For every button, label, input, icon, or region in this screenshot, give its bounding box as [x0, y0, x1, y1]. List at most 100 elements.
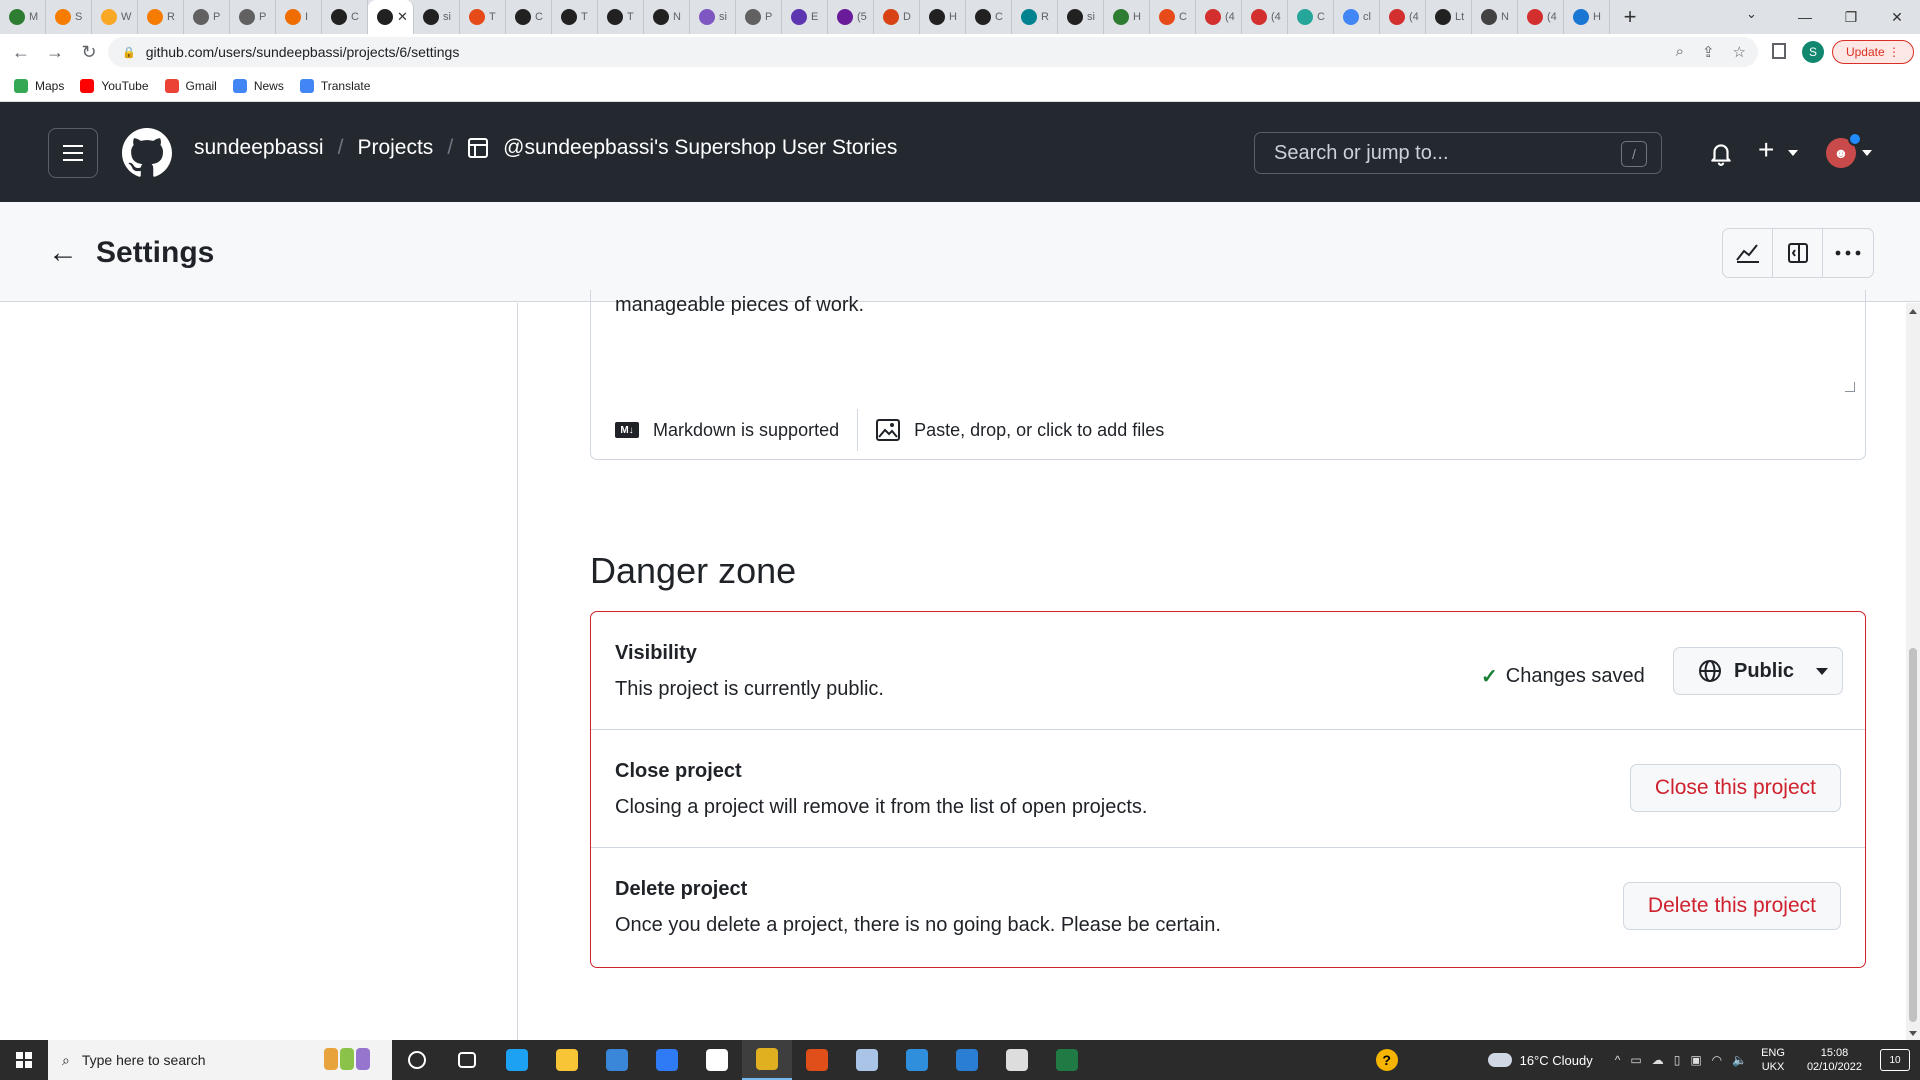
- browser-tab[interactable]: si: [690, 0, 736, 34]
- minimize-icon[interactable]: —: [1782, 0, 1828, 34]
- taskbar-app-dropbox[interactable]: [642, 1040, 692, 1080]
- onedrive-cloud-icon[interactable]: ☁: [1652, 1053, 1664, 1067]
- action-center-notifications-icon[interactable]: 10: [1880, 1049, 1910, 1071]
- taskbar-app-file-explorer[interactable]: [542, 1040, 592, 1080]
- forward-icon[interactable]: →: [42, 42, 68, 63]
- browser-tab[interactable]: E: [782, 0, 828, 34]
- browser-tab[interactable]: C: [322, 0, 368, 34]
- browser-tab[interactable]: T: [460, 0, 506, 34]
- browser-tab[interactable]: C: [506, 0, 552, 34]
- visibility-dropdown-button[interactable]: Public: [1673, 647, 1843, 695]
- browser-tab[interactable]: C: [1150, 0, 1196, 34]
- close-tab-icon[interactable]: ✕: [397, 9, 408, 25]
- side-panel-toggle-icon[interactable]: [1773, 229, 1823, 277]
- browser-tab[interactable]: (5: [828, 0, 874, 34]
- show-hidden-icons-chevron-icon[interactable]: ^: [1615, 1053, 1621, 1067]
- bookmark-star-icon[interactable]: ☆: [1733, 43, 1746, 61]
- battery-icon[interactable]: ▯: [1674, 1053, 1681, 1067]
- delete-project-button[interactable]: Delete this project: [1622, 882, 1841, 930]
- breadcrumb-user[interactable]: sundeepbassi: [194, 136, 324, 160]
- browser-tab[interactable]: (4: [1196, 0, 1242, 34]
- meet-now-icon[interactable]: ▭: [1630, 1053, 1641, 1067]
- taskbar-app-cortana[interactable]: [392, 1040, 442, 1080]
- browser-tab[interactable]: S: [46, 0, 92, 34]
- browser-tab[interactable]: C: [1288, 0, 1334, 34]
- browser-tab[interactable]: (4: [1518, 0, 1564, 34]
- taskbar-app-github-desktop[interactable]: [692, 1040, 742, 1080]
- close-window-icon[interactable]: ✕: [1874, 0, 1920, 34]
- browser-tab[interactable]: T: [598, 0, 644, 34]
- browser-tab[interactable]: D: [874, 0, 920, 34]
- volume-icon[interactable]: 🔈: [1732, 1053, 1747, 1067]
- page-scrollbar[interactable]: [1906, 303, 1920, 1040]
- browser-tab[interactable]: T: [552, 0, 598, 34]
- taskbar-app-photos[interactable]: [942, 1040, 992, 1080]
- browser-tab[interactable]: R: [138, 0, 184, 34]
- bookmark-item[interactable]: Gmail: [164, 78, 217, 93]
- zoom-icon[interactable]: ⌕: [1676, 43, 1684, 61]
- bookmark-item[interactable]: News: [232, 78, 284, 93]
- new-tab-icon[interactable]: +: [1610, 4, 1650, 30]
- taskbar-app-app-window[interactable]: [992, 1040, 1042, 1080]
- description-textarea[interactable]: manageable pieces of work. M↓ Markdown i…: [590, 290, 1866, 460]
- url-text[interactable]: github.com/users/sundeepbassi/projects/6…: [146, 44, 460, 60]
- create-new-caret-icon[interactable]: [1788, 150, 1798, 156]
- search-input[interactable]: Search or jump to... /: [1254, 132, 1662, 174]
- system-clock[interactable]: 15:08 02/10/2022: [1807, 1046, 1862, 1074]
- browser-tab[interactable]: H: [1104, 0, 1150, 34]
- taskbar-app-office[interactable]: [792, 1040, 842, 1080]
- bookmark-item[interactable]: Maps: [14, 78, 64, 93]
- scroll-down-arrow-icon[interactable]: [1909, 1031, 1917, 1036]
- notifications-bell-icon[interactable]: [1708, 140, 1734, 166]
- browser-tab[interactable]: N: [1472, 0, 1518, 34]
- browser-tab[interactable]: R: [1012, 0, 1058, 34]
- browser-tab[interactable]: ✕: [368, 0, 414, 34]
- input-language[interactable]: ENG UKX: [1761, 1046, 1785, 1074]
- scrollbar-thumb[interactable]: [1909, 648, 1917, 1022]
- browser-tab[interactable]: H: [1564, 0, 1610, 34]
- github-logo-icon[interactable]: [122, 128, 172, 178]
- bookmark-item[interactable]: Translate: [299, 78, 370, 93]
- user-menu-caret-icon[interactable]: [1862, 150, 1872, 156]
- taskbar-app-vscode[interactable]: [892, 1040, 942, 1080]
- browser-tab[interactable]: N: [644, 0, 690, 34]
- taskbar-app-notepad[interactable]: [842, 1040, 892, 1080]
- scroll-up-arrow-icon[interactable]: [1909, 309, 1917, 314]
- browser-tab[interactable]: P: [230, 0, 276, 34]
- browser-tab[interactable]: I: [276, 0, 322, 34]
- hamburger-menu-button[interactable]: [48, 128, 98, 178]
- browser-tab[interactable]: si: [414, 0, 460, 34]
- insights-chart-icon[interactable]: [1723, 229, 1773, 277]
- reload-icon[interactable]: ↻: [76, 42, 102, 63]
- taskbar-app-chrome[interactable]: [742, 1040, 792, 1080]
- address-bar[interactable]: 🔒 github.com/users/sundeepbassi/projects…: [108, 37, 1758, 67]
- browser-tab[interactable]: M: [0, 0, 46, 34]
- browser-tab[interactable]: W: [92, 0, 138, 34]
- display-icon[interactable]: ▣: [1690, 1053, 1701, 1067]
- breadcrumb-projects[interactable]: Projects: [357, 136, 433, 160]
- more-options-icon[interactable]: [1823, 229, 1873, 277]
- browser-tab[interactable]: (4: [1242, 0, 1288, 34]
- share-icon[interactable]: ⇪: [1702, 43, 1715, 61]
- tab-search-chevron-icon[interactable]: ⌄: [1746, 6, 1757, 22]
- taskbar-app-excel[interactable]: [1042, 1040, 1092, 1080]
- taskbar-app-task-view[interactable]: [442, 1040, 492, 1080]
- bookmark-item[interactable]: YouTube: [80, 78, 149, 93]
- taskbar-app-mail[interactable]: [592, 1040, 642, 1080]
- restore-icon[interactable]: ❐: [1828, 0, 1874, 34]
- browser-tab[interactable]: H: [920, 0, 966, 34]
- side-panel-icon[interactable]: [1772, 43, 1786, 59]
- textarea-resize-handle[interactable]: [1845, 382, 1855, 392]
- taskbar-app-edge[interactable]: [492, 1040, 542, 1080]
- breadcrumb-project-title[interactable]: @sundeepbassi's Supershop User Stories: [503, 136, 897, 160]
- taskbar-search-box[interactable]: ⌕ Type here to search: [48, 1040, 392, 1080]
- update-button[interactable]: Update ⋮: [1832, 40, 1914, 64]
- browser-tab[interactable]: (4: [1380, 0, 1426, 34]
- browser-tab[interactable]: cl: [1334, 0, 1380, 34]
- browser-tab[interactable]: si: [1058, 0, 1104, 34]
- attach-files-link[interactable]: Paste, drop, or click to add files: [914, 420, 1164, 441]
- back-arrow-icon[interactable]: ←: [48, 236, 78, 270]
- browser-tab[interactable]: P: [736, 0, 782, 34]
- description-text[interactable]: manageable pieces of work.: [615, 294, 864, 317]
- markdown-supported-link[interactable]: Markdown is supported: [653, 420, 839, 441]
